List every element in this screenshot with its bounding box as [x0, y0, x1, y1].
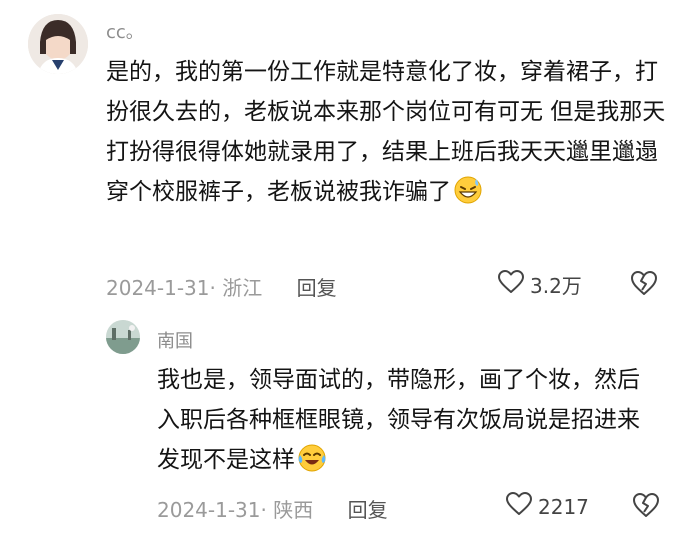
like-button[interactable]: 2217	[506, 492, 589, 521]
like-button[interactable]: 3.2万	[498, 270, 582, 299]
avatar[interactable]	[106, 320, 140, 354]
dislike-button[interactable]	[630, 270, 658, 300]
grinning-sweat-emoji-icon	[453, 175, 483, 218]
comment-text-body: 是的，我的第一份工作就是特意化了妆，穿着裙子，打扮很久去的，老板说本来那个岗位可…	[106, 59, 666, 205]
date-location: 2024-1-31· 浙江	[106, 276, 263, 300]
crying-laughing-emoji-icon	[297, 443, 327, 486]
comment-text: 是的，我的第一份工作就是特意化了妆，穿着裙子，打扮很久去的，老板说本来那个岗位可…	[106, 52, 672, 218]
heart-outline-icon	[498, 270, 524, 299]
reply-button[interactable]: 回复	[297, 276, 337, 300]
reply-button[interactable]: 回复	[348, 498, 388, 522]
broken-heart-icon	[630, 271, 658, 300]
dislike-button[interactable]	[632, 492, 660, 522]
reply-text: 我也是，领导面试的，带隐形，画了个妆，然后入职后各种框框眼镜，领导有次饭局说是招…	[157, 360, 657, 486]
reply-text-body: 我也是，领导面试的，带隐形，画了个妆，然后入职后各种框框眼镜，领导有次饭局说是招…	[157, 367, 640, 473]
date-location: 2024-1-31· 陕西	[157, 498, 314, 522]
heart-outline-icon	[506, 492, 532, 521]
username[interactable]: 南国	[157, 327, 193, 353]
broken-heart-icon	[632, 493, 660, 522]
avatar[interactable]	[28, 14, 88, 74]
like-count: 2217	[538, 494, 589, 519]
reply-meta: 2024-1-31· 陕西 回复	[157, 494, 388, 523]
comment-meta: 2024-1-31· 浙江 回复	[106, 272, 337, 301]
like-count: 3.2万	[530, 274, 582, 298]
username[interactable]: cc。	[106, 18, 144, 44]
